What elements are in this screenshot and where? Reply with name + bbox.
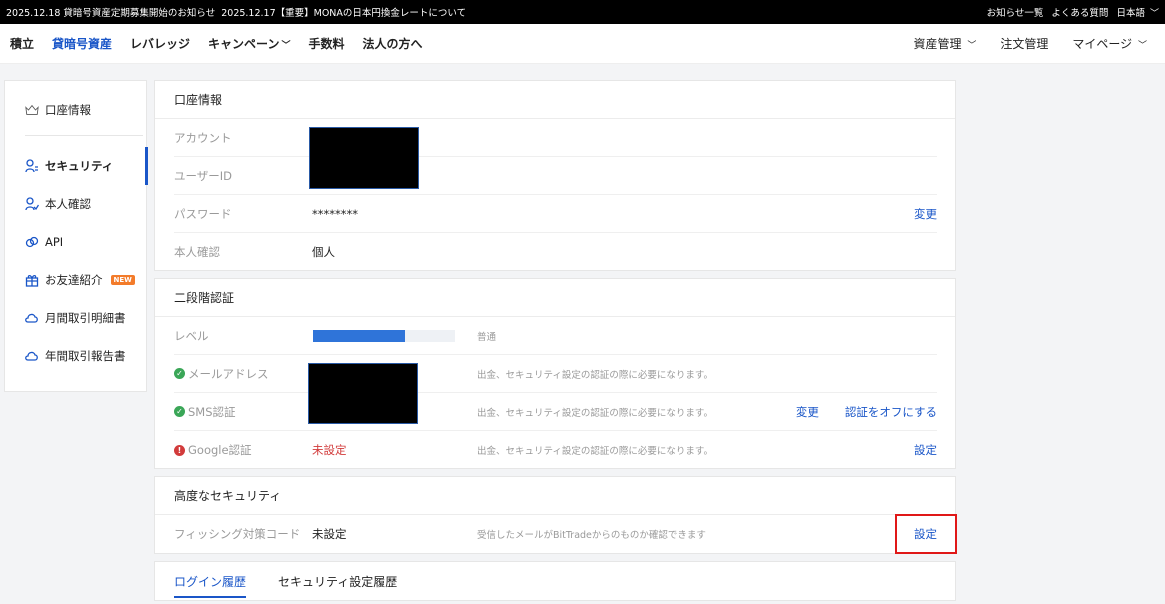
email-row: ✓ メールアドレス 出金、セキュリティ設定の認証の際に必要になります。 [174, 355, 937, 393]
password-change-link[interactable]: 変更 [914, 206, 937, 222]
kyc-value: 個人 [312, 245, 335, 259]
history-tabs: ログイン履歴 セキュリティ設定履歴 [154, 561, 956, 601]
password-row: パスワード ******** 変更 [174, 195, 937, 233]
level-label: レベル [174, 328, 209, 343]
news-link-1[interactable]: 2025.12.18 貸暗号資産定期募集開始のお知らせ [6, 5, 215, 19]
language-selector[interactable]: 日本語 ﹀ [1116, 5, 1159, 19]
check-circle-icon: ✓ [174, 406, 185, 417]
chevron-down-icon: ﹀ [967, 41, 977, 51]
account-row: アカウント [174, 119, 937, 157]
nav-order-management[interactable]: 注文管理 [1000, 35, 1048, 52]
panel-title: 口座情報 [155, 81, 955, 119]
chevron-down-icon: ﹀ [1137, 41, 1147, 51]
nav-mypage[interactable]: マイページ ﹀ [1072, 35, 1147, 52]
password-value: ******** [312, 206, 358, 221]
nav-leverage[interactable]: レバレッジ [130, 35, 190, 52]
phishing-row: フィッシング対策コード 未設定 受信したメールがBitTradeからのものか確認… [174, 515, 937, 553]
sidebar-item-label: API [45, 235, 64, 249]
faq-link[interactable]: よくある質問 [1051, 5, 1108, 19]
kyc-label: 本人確認 [174, 245, 220, 259]
kyc-row: 本人確認 個人 [174, 233, 937, 271]
divider [25, 135, 143, 136]
sidebar-item-label: 月間取引明細書 [45, 311, 126, 325]
level-row: レベル 普通 [174, 317, 937, 355]
sms-row: ✓ SMS認証 出金、セキュリティ設定の認証の際に必要になります。 変更 認証をオ… [174, 393, 937, 431]
sidebar-item-label: 本人確認 [45, 197, 91, 211]
sidebar-item-kyc[interactable]: 本人確認 [5, 185, 148, 223]
google-label-wrap: ! Google認証 [174, 442, 312, 458]
google-row: ! Google認証 未設定 出金、セキュリティ設定の認証の際に必要になります。 … [174, 431, 937, 469]
check-circle-icon: ✓ [174, 368, 185, 379]
chevron-down-icon: ﹀ [1149, 9, 1159, 19]
sidebar-item-monthly-statement[interactable]: 月間取引明細書 [5, 299, 148, 337]
userid-label: ユーザーID [174, 168, 233, 183]
nav-corporate[interactable]: 法人の方へ [362, 35, 422, 52]
announcement-bar: 2025.12.18 貸暗号資産定期募集開始のお知らせ 2025.12.17【重… [0, 0, 1165, 24]
account-label: アカウント [174, 130, 232, 145]
crown-icon [25, 103, 39, 117]
phishing-desc: 受信したメールがBitTradeからのものか確認できます [477, 530, 706, 541]
account-info-panel: 口座情報 アカウント ユーザーID パスワード ******** 変更 本人確認… [154, 80, 956, 271]
cloud-icon [25, 312, 39, 324]
sidebar-item-label: セキュリティ [45, 159, 114, 173]
security-level-fill [313, 329, 406, 342]
panel-title: 高度なセキュリティ [155, 477, 955, 515]
google-status: 未設定 [312, 443, 347, 457]
panel-title: 二段階認証 [155, 279, 955, 317]
new-badge: NEW [110, 275, 135, 285]
nav-campaign[interactable]: キャンペーン ﹀ [208, 35, 290, 52]
sms-desc: 出金、セキュリティ設定の認証の際に必要になります。 [477, 407, 713, 419]
tab-security-history[interactable]: セキュリティ設定履歴 [278, 573, 397, 590]
phishing-value: 未設定 [312, 527, 347, 541]
google-desc: 出金、セキュリティ設定の認証の際に必要になります。 [477, 446, 713, 457]
two-factor-panel: 二段階認証 レベル 普通 ✓ メールアドレス 出金、セキュリティ設定の認証の際に必… [154, 278, 956, 469]
sms-change-link[interactable]: 変更 [796, 404, 819, 420]
userid-row: ユーザーID [174, 157, 937, 195]
gift-icon [25, 273, 39, 287]
sidebar-item-account-info[interactable]: 口座情報 [5, 91, 148, 129]
redacted-block [308, 363, 418, 424]
password-label: パスワード [174, 206, 232, 221]
sms-label: SMS認証 [188, 404, 236, 419]
sidebar-item-label: お友達紹介 [45, 273, 103, 287]
nav-asset-management[interactable]: 資産管理 ﹀ [914, 35, 977, 52]
google-label: Google認証 [188, 443, 252, 457]
sidebar: 口座情報 セキュリティ 本人確認 API お友達紹介 NEW 月間取引明細書 年… [4, 80, 148, 392]
warning-icon: ! [174, 444, 185, 456]
nav-tsumitate[interactable]: 積立 [10, 35, 34, 52]
email-desc: 出金、セキュリティ設定の認証の際に必要になります。 [477, 369, 713, 381]
level-text: 普通 [477, 331, 497, 343]
email-label-wrap: ✓ メールアドレス [174, 366, 312, 382]
sidebar-item-annual-report[interactable]: 年間取引報告書 [5, 337, 148, 375]
redacted-block [309, 127, 419, 189]
sidebar-item-api[interactable]: API [5, 223, 148, 261]
nav-lending[interactable]: 貸暗号資産 [52, 35, 112, 52]
user-shield-icon [25, 159, 39, 173]
highlight-box [895, 514, 957, 554]
sms-label-wrap: ✓ SMS認証 [174, 404, 312, 420]
advanced-security-panel: 高度なセキュリティ フィッシング対策コード 未設定 受信したメールがBitTra… [154, 476, 956, 554]
main-nav: 積立 貸暗号資産 レバレッジ キャンペーン ﹀ 手数料 法人の方へ 資産管理 ﹀ … [0, 24, 1165, 64]
link-icon [25, 236, 39, 248]
tab-login-history[interactable]: ログイン履歴 [174, 562, 247, 600]
user-check-icon [25, 197, 39, 211]
phishing-label: フィッシング対策コード [174, 527, 301, 541]
notices-link[interactable]: お知らせ一覧 [987, 5, 1044, 19]
security-level-bar [313, 329, 455, 342]
sidebar-item-referral[interactable]: お友達紹介 NEW [5, 261, 148, 299]
sidebar-item-security[interactable]: セキュリティ [5, 147, 148, 185]
sidebar-item-label: 年間取引報告書 [45, 349, 126, 363]
email-label: メールアドレス [188, 366, 269, 381]
news-link-2[interactable]: 2025.12.17【重要】MONAの日本円換金レートについて [221, 5, 466, 19]
google-setup-link[interactable]: 設定 [914, 442, 937, 458]
cloud-icon [25, 350, 39, 362]
sidebar-item-label: 口座情報 [45, 103, 91, 117]
nav-fees[interactable]: 手数料 [308, 35, 344, 52]
chevron-down-icon: ﹀ [281, 41, 291, 51]
sms-disable-link[interactable]: 認証をオフにする [845, 404, 937, 420]
